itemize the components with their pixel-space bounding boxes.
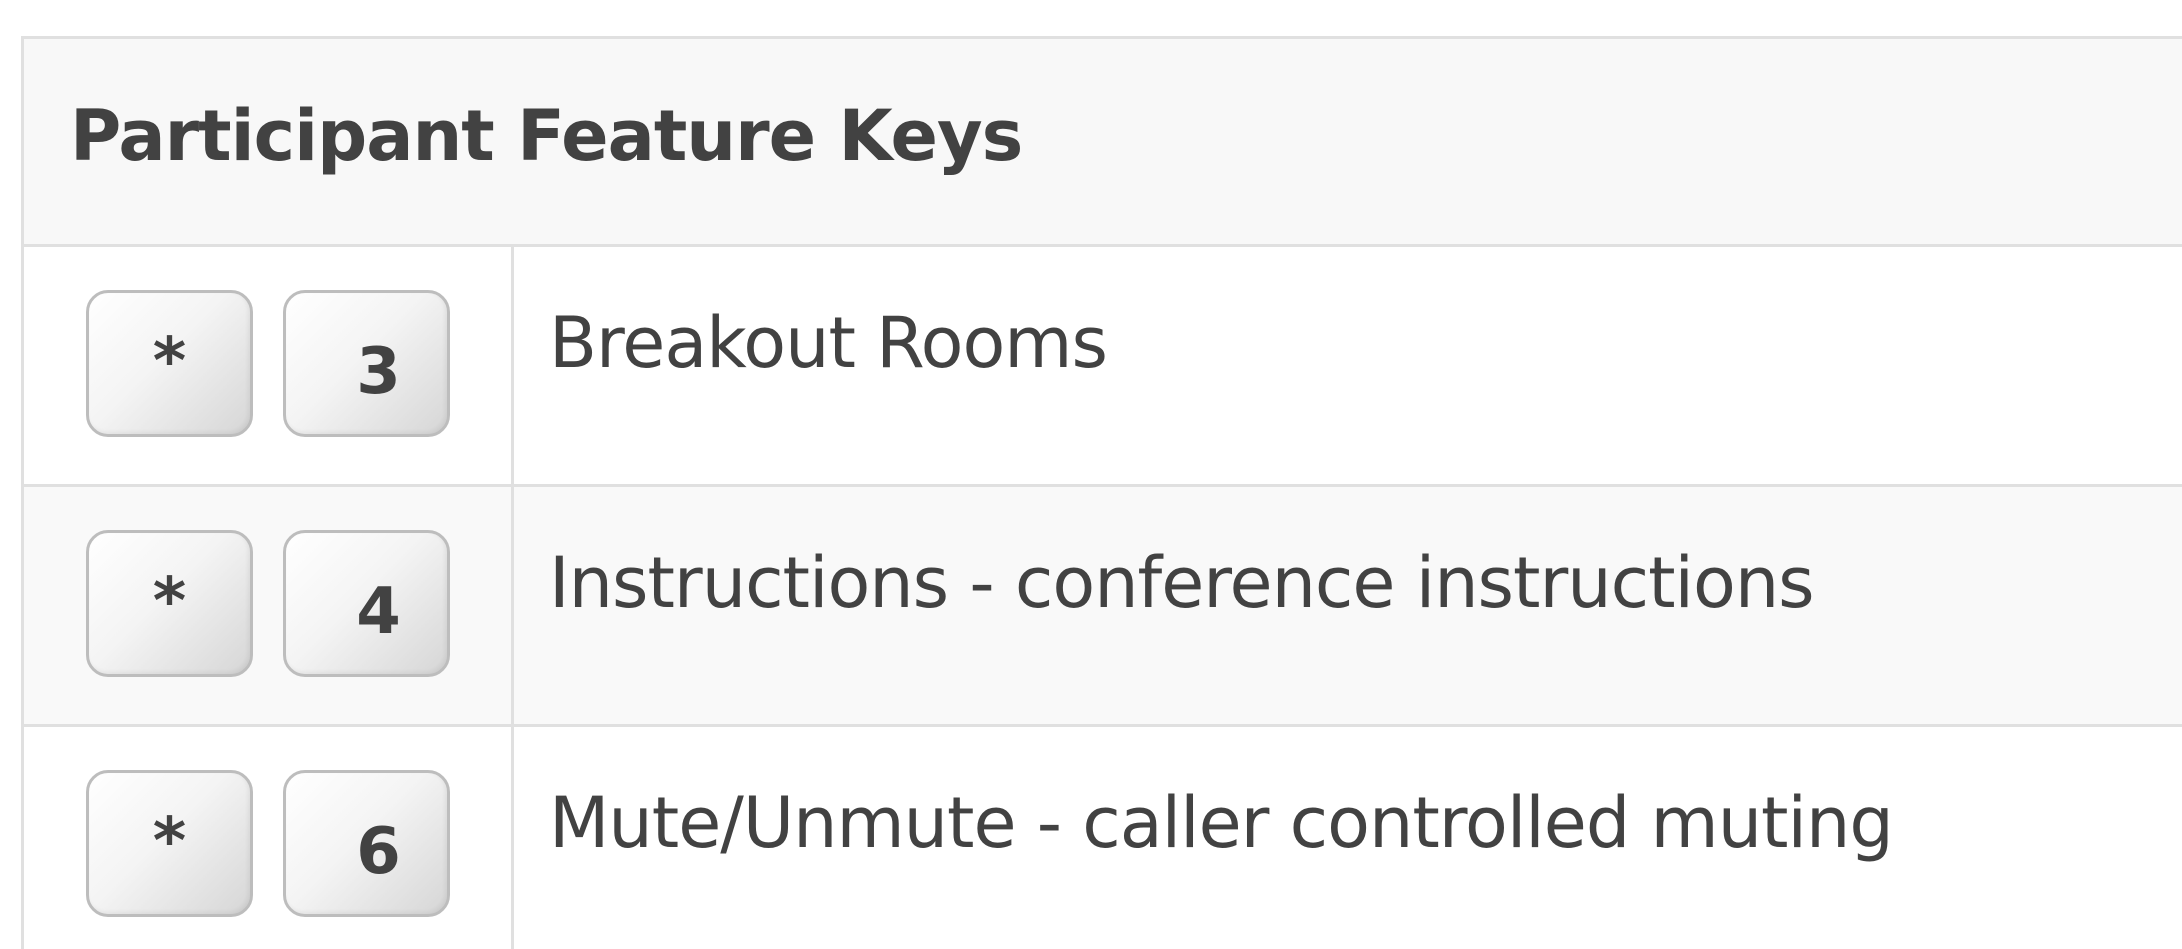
key-label: 4 [356, 574, 401, 649]
key-combo: * 3 [24, 247, 514, 484]
feature-description: Breakout Rooms [549, 302, 1108, 384]
key-label: * [152, 564, 187, 639]
key-label: * [152, 324, 187, 399]
keypad-key: * [86, 290, 253, 437]
panel-header: Participant Feature Keys [24, 39, 2182, 247]
key-combo: * 6 [24, 727, 514, 949]
feature-description-cell: Mute/Unmute - caller controlled muting [514, 727, 2182, 949]
feature-keys-panel: Participant Feature Keys * 3 Breakout Ro… [21, 36, 2182, 949]
keypad-key: 4 [283, 530, 450, 677]
key-combo: * 4 [24, 487, 514, 724]
feature-description: Instructions - conference instructions [549, 542, 1815, 624]
table-row: * 4 Instructions - conference instructio… [24, 487, 2182, 727]
keypad-key: * [86, 770, 253, 917]
key-label: 6 [356, 814, 401, 889]
keypad-key: 6 [283, 770, 450, 917]
feature-description-cell: Breakout Rooms [514, 247, 2182, 484]
table-row: * 3 Breakout Rooms [24, 247, 2182, 487]
feature-description-cell: Instructions - conference instructions [514, 487, 2182, 724]
keypad-key: 3 [283, 290, 450, 437]
feature-description: Mute/Unmute - caller controlled muting [549, 782, 1894, 864]
key-label: * [152, 804, 187, 879]
key-label: 3 [356, 334, 401, 409]
table-row: * 6 Mute/Unmute - caller controlled muti… [24, 727, 2182, 949]
panel-title: Participant Feature Keys [70, 94, 1023, 177]
keypad-key: * [86, 530, 253, 677]
